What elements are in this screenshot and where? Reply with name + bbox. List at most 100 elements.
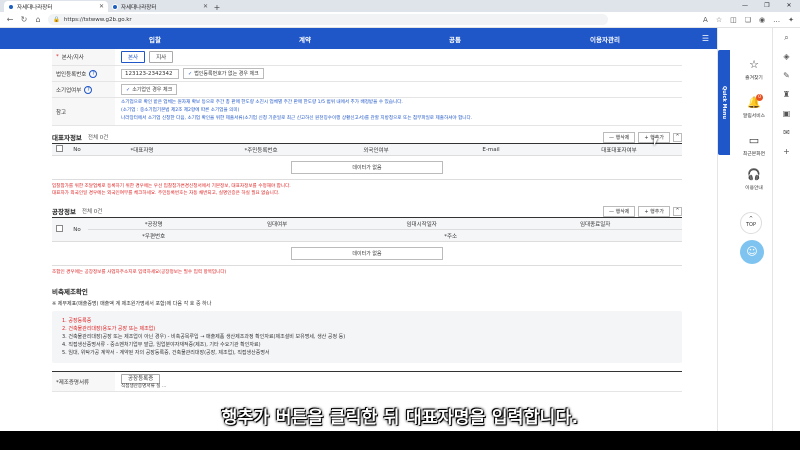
collapse-icon[interactable]: ^ <box>673 206 682 216</box>
browser-sidebar: ⌕ ◈ ✎ ♜ ▣ ✉ + <box>772 28 800 450</box>
help-icon[interactable]: ? <box>89 69 98 78</box>
label-text: 소기업여부 <box>56 87 82 94</box>
read-aloud-icon[interactable]: A <box>703 16 708 24</box>
section-title: 대표자정보 <box>52 134 82 142</box>
games-icon[interactable]: ♜ <box>780 90 794 104</box>
row-count: 전체 0건 <box>87 135 109 141</box>
delete-row-button[interactable]: — 행삭제 <box>603 131 636 143</box>
chatbot-icon[interactable]: ☺ <box>740 240 764 264</box>
check-icon: ✓ <box>188 70 193 77</box>
branch-option-button[interactable]: 지사 <box>149 51 174 63</box>
tab-title: 자세대나라장터 <box>121 4 157 11</box>
video-caption: 행추가 버튼을 클릭한 뒤 대표자명을 입력합니다. <box>221 408 579 428</box>
corp-number-field: 123123-2342342 ✓ 법인등록번호가 없는 경우 체크 <box>115 66 682 81</box>
col-foreigner: 외국인여부 <box>326 143 426 156</box>
url-input[interactable]: 🔒 https://tstwww.g2b.go.kr <box>48 14 608 25</box>
warning-line: 입찰참가를 위한 조달업체로 등록하기 위한 경우에는 우선 입찰참가변경신청서… <box>52 184 291 189</box>
quick-notifications[interactable]: 🔔 0 알림서비스 <box>736 94 772 119</box>
quick-recent[interactable]: ▭ 최근본화면 <box>736 134 772 157</box>
profile-icon[interactable]: ◉ <box>759 16 765 24</box>
mfg-docs-field: 공장등록증 직접생산증명서류 실 ... <box>115 372 682 391</box>
info-item: 2. 건축물관리대장(용도가 공장 또는 제조업) <box>62 326 156 332</box>
col-address: *주소 <box>219 229 682 242</box>
col-lease-end: 임대종료일자 <box>508 217 682 230</box>
page-content: 입찰 계약 공통 이용자관리 ☰ * 본사/지사 본사 지사 법인등록번호? 12… <box>0 28 717 450</box>
nonmfg-section: 비축제조확인 ※ 제무제표(매출증명) 매출액 계 제조원가명세서 포함)에 다… <box>52 286 682 392</box>
scroll-top-button[interactable]: ^ TOP <box>740 212 762 234</box>
row-count: 전체 0건 <box>81 209 103 215</box>
note-line: (소기업 : 중소기업기본법 제2조 제2항에 따른 소기업을 의미) <box>121 108 240 113</box>
refresh-icon[interactable]: ↻ <box>20 15 28 24</box>
close-window-icon[interactable]: ✕ <box>778 0 800 12</box>
row-mfg-docs: *제조증명서류 공장등록증 직접생산증명서류 실 ... <box>52 371 682 392</box>
rep-empty-row: 데이터가 없음 <box>52 155 682 180</box>
hq-option-button[interactable]: 본사 <box>121 51 146 63</box>
more-icon[interactable]: … <box>773 16 780 24</box>
label-hq-branch: * 본사/지사 <box>52 49 115 65</box>
quick-menu-panel: Quick Menu ☆ 즐겨찾기 🔔 0 알림서비스 ▭ 최근본화면 🎧 이용… <box>717 28 772 450</box>
nav-user-admin[interactable]: 이용자관리 <box>530 34 680 44</box>
quick-menu-tab[interactable]: Quick Menu <box>718 50 730 155</box>
select-all-checkbox[interactable] <box>55 225 63 232</box>
select-all-checkbox[interactable] <box>55 145 63 152</box>
window-controls: — ❐ ✕ <box>734 0 800 12</box>
delete-row-button[interactable]: — 행삭제 <box>603 205 636 217</box>
star-icon: ☆ <box>749 58 759 71</box>
minimize-icon[interactable]: — <box>734 0 756 12</box>
back-icon[interactable]: ← <box>6 15 14 24</box>
outlook-icon[interactable]: ✉ <box>780 128 794 142</box>
empty-cell: 데이터가 없음 <box>52 155 682 180</box>
office-icon[interactable]: ▣ <box>780 109 794 123</box>
home-icon[interactable]: ⌂ <box>34 15 42 24</box>
factory-header-row-1: No *공장명 임대여부 임대시작일자 임대종료일자 <box>52 217 682 242</box>
add-icon[interactable]: + <box>780 147 794 161</box>
close-tab-icon[interactable]: ✕ <box>99 3 104 10</box>
hamburger-icon[interactable]: ☰ <box>702 34 709 43</box>
search-icon[interactable]: ⌕ <box>780 33 794 47</box>
browser-tab-2[interactable]: 자세대나라장터 ✕ <box>108 1 212 12</box>
add-row-button[interactable]: + 행추가 <box>638 205 670 217</box>
col-no: No <box>66 143 88 156</box>
quick-favorites[interactable]: ☆ 즐겨찾기 <box>736 58 772 81</box>
split-icon[interactable]: ◫ <box>730 16 737 24</box>
quick-guide[interactable]: 🎧 이용안내 <box>736 168 772 191</box>
tab-title: 자세대나라장터 <box>17 4 53 11</box>
nonmfg-info-box: 1. 공장등록증 2. 건축물관리대장(용도가 공장 또는 제조업) 3. 건축… <box>52 311 682 363</box>
col-lease: 임대여부 <box>219 217 335 230</box>
nav-common[interactable]: 공통 <box>380 34 530 44</box>
rep-warnings: 입찰참가를 위한 조달업체로 등록하기 위한 경우에는 우선 입찰참가변경신청서… <box>52 183 682 197</box>
corp-number-input[interactable]: 123123-2342342 <box>121 68 179 79</box>
collapse-icon[interactable]: ^ <box>673 132 682 142</box>
required-mark: * <box>56 54 59 60</box>
favorite-icon[interactable]: ☆ <box>716 16 722 24</box>
note-line: 소기업으로 확인 받은 업체는 원자재 확보 등으로 주간 총 판매 한도량 소… <box>121 100 403 105</box>
new-tab-icon[interactable]: + <box>212 2 222 12</box>
small-business-checkbox[interactable]: ✓ 소기업인 경우 체크 <box>121 84 178 95</box>
row-small-business: 소기업여부? ✓ 소기업인 경우 체크 <box>52 82 682 98</box>
shopping-icon[interactable]: ◈ <box>780 52 794 66</box>
no-data-text: 데이터가 없음 <box>291 247 443 260</box>
info-item: 5. 임대, 위탁가공 계약서 - 계약된 자의 공장등록증, 건축물관리대장(… <box>62 350 270 356</box>
mouse-cursor-icon <box>654 138 662 146</box>
nav-bid[interactable]: 입찰 <box>80 34 230 44</box>
help-icon[interactable]: ? <box>84 85 93 94</box>
hq-branch-options: 본사 지사 <box>115 49 682 65</box>
tools-icon[interactable]: ✎ <box>780 71 794 85</box>
global-nav: 입찰 계약 공통 이용자관리 ☰ <box>0 28 717 49</box>
rep-actions: — 행삭제 + 행추가 ^ <box>603 131 682 143</box>
nonmfg-title: 비축제조확인 <box>52 288 88 296</box>
label-text: 본사/지사 <box>61 55 84 61</box>
no-corp-number-checkbox[interactable]: ✓ 법인등록번호가 없는 경우 체크 <box>183 68 264 79</box>
collections-icon[interactable]: ❏ <box>745 16 751 24</box>
label-reference: 참고 <box>52 98 115 125</box>
copilot-icon[interactable]: ✦ <box>788 16 794 24</box>
select-all-cell <box>52 143 66 156</box>
label-mfg-docs: *제조증명서류 <box>52 372 115 391</box>
notification-badge: 0 <box>756 94 763 101</box>
close-tab-icon[interactable]: ✕ <box>203 3 208 10</box>
nav-contract[interactable]: 계약 <box>230 34 380 44</box>
maximize-icon[interactable]: ❐ <box>756 0 778 12</box>
info-item: 4. 직접생산증명서류 - 중소벤처기업부 발급, 임업분야자재적증(제조), … <box>62 342 261 348</box>
quick-item-label: 이용안내 <box>745 186 763 191</box>
browser-tab-1[interactable]: 자세대나라장터 ✕ <box>4 1 108 12</box>
